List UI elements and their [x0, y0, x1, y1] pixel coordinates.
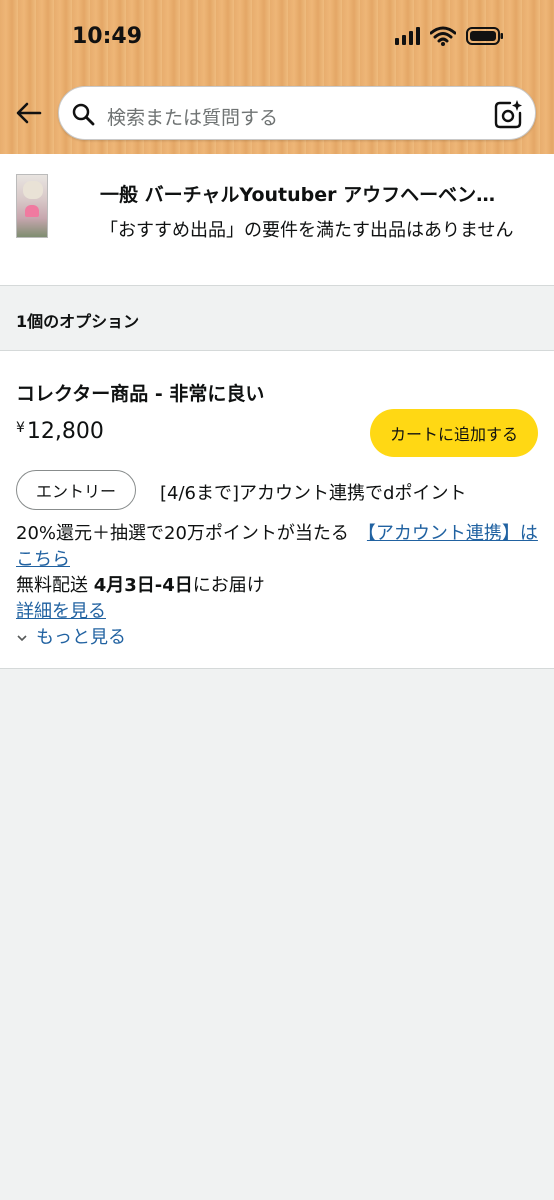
status-bar: 10:49 [0, 0, 554, 78]
add-to-cart-button[interactable]: カートに追加する [370, 409, 538, 457]
delivery-prefix: 無料配送 [16, 575, 94, 596]
signal-icon [395, 27, 420, 45]
search-row: 検索または質問する [0, 86, 554, 142]
status-time: 10:49 [72, 24, 143, 49]
status-icons [395, 26, 504, 46]
offer-condition: コレクター商品 - 非常に良い [16, 383, 265, 405]
battery-icon [466, 27, 503, 45]
search-placeholder: 検索または質問する [107, 107, 279, 129]
wifi-icon [430, 26, 456, 46]
back-arrow-icon[interactable] [14, 98, 44, 128]
product-note: 「おすすめ出品」の要件を満たす出品はありません [100, 220, 514, 241]
search-input[interactable]: 検索または質問する [58, 86, 536, 140]
promo-text: 20%還元＋抽選で20万ポイントが当たる [16, 523, 349, 544]
options-header: 1個のオプション [0, 286, 554, 351]
product-summary: 一般 バーチャルYoutuber アウフヘーベン… 「おすすめ出品」の要件を満た… [0, 154, 554, 286]
see-more-label[interactable]: もっと見る [36, 625, 126, 651]
delivery-suffix: にお届け [192, 575, 265, 596]
currency-symbol: ¥ [16, 420, 25, 436]
chevron-down-icon [17, 635, 27, 642]
offer-card: コレクター商品 - 非常に良い ¥12,800 カートに追加する エントリー [… [0, 351, 554, 669]
app-header: 10:49 検索または質問する [0, 0, 554, 154]
details-link-text[interactable]: 詳細を見る [16, 601, 106, 622]
search-icon [72, 103, 95, 126]
see-more-toggle[interactable]: もっと見る [16, 625, 126, 651]
promo-line: [4/6まで]アカウント連携でdポイント [160, 483, 467, 504]
price-value: 12,800 [26, 419, 104, 444]
camera-sparkle-icon[interactable] [493, 99, 523, 129]
details-link[interactable]: 詳細を見る [16, 599, 106, 625]
offer-price: ¥12,800 [16, 419, 104, 444]
product-thumbnail[interactable] [16, 174, 48, 238]
options-count: 1個のオプション [16, 312, 140, 331]
product-title[interactable]: 一般 バーチャルYoutuber アウフヘーベン… [100, 180, 530, 207]
promo-body: 20%還元＋抽選で20万ポイントが当たる 【アカウント連携】はこちら [16, 521, 541, 573]
delivery-info: 無料配送 4月3日-4日にお届け [16, 573, 265, 599]
entry-button[interactable]: エントリー [16, 470, 136, 510]
delivery-date: 4月3日-4日 [93, 575, 193, 596]
